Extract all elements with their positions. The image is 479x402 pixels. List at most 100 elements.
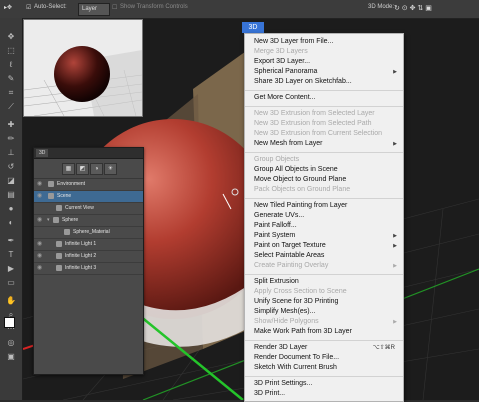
type-tool-icon[interactable]: T <box>5 250 17 260</box>
whole-scene-filter-icon[interactable]: ▦ <box>62 163 75 175</box>
quick-select-tool-icon[interactable]: ✎ <box>5 74 17 84</box>
menu-item-paint-falloff[interactable]: Paint Falloff... <box>254 221 397 231</box>
menu-item-merge-3d-layers: Merge 3D Layers <box>254 48 308 55</box>
quick-mask-icon[interactable]: ◎ <box>5 338 17 348</box>
layer-label: Current View <box>65 205 94 211</box>
menu-item-make-work-path[interactable]: Make Work Path from 3D Layer <box>254 327 397 337</box>
auto-select-checkbox[interactable]: ☑ <box>26 4 31 11</box>
menu-item-unify-scene[interactable]: Unify Scene for 3D Printing <box>254 297 397 307</box>
menu-item-apply-cross-section: Apply Cross Section to Scene <box>254 288 347 295</box>
menu-item-get-more-content[interactable]: Get More Content... <box>254 93 397 103</box>
menu-item-spherical-panorama[interactable]: Spherical Panorama ▶ <box>254 67 397 77</box>
eyedropper-tool-icon[interactable]: ⟋ <box>5 102 17 112</box>
light-icon <box>56 253 62 259</box>
lights-filter-icon[interactable]: ☀ <box>104 163 117 175</box>
move-tool-icon[interactable]: ✥ <box>5 32 17 42</box>
layer-label: Sphere <box>62 217 79 223</box>
pen-tool-icon[interactable]: ✒ <box>5 236 17 246</box>
visibility-eye-icon[interactable]: ◉ <box>37 239 45 250</box>
layer-row[interactable]: ◉ Infinite Light 2 <box>34 251 143 263</box>
submenu-arrow-icon: ▶ <box>393 243 397 249</box>
crop-tool-icon[interactable]: ⌗ <box>5 88 17 98</box>
healing-tool-icon[interactable]: ✚ <box>5 120 17 130</box>
menu-item-paint-system[interactable]: Paint System ▶ <box>254 231 397 241</box>
layer-row[interactable]: Current View <box>34 203 143 215</box>
foreground-color-swatch[interactable] <box>4 317 15 328</box>
eraser-tool-icon[interactable]: ◪ <box>5 176 17 186</box>
dodge-tool-icon[interactable]: ◐ <box>5 218 17 228</box>
visibility-eye-icon[interactable]: ◉ <box>37 191 45 202</box>
auto-select-dropdown[interactable]: Layer <box>78 3 110 16</box>
layer-label: Infinite Light 2 <box>65 253 97 259</box>
secondary-view[interactable] <box>23 19 143 117</box>
submenu-arrow-icon: ▶ <box>393 141 397 147</box>
move-tool-icon[interactable]: ▸✥ <box>4 4 12 11</box>
menu-item-move-to-ground-plane[interactable]: Move Object to Ground Plane <box>254 175 397 185</box>
layer-label: Infinite Light 1 <box>65 241 97 247</box>
menu-item-group-all-objects[interactable]: Group All Objects in Scene <box>254 165 397 175</box>
menu-item-share-sketchfab[interactable]: Share 3D Layer on Sketchfab... <box>254 77 397 87</box>
layer-row[interactable]: ◉ Environment <box>34 179 143 191</box>
brush-tool-icon[interactable]: ✏ <box>5 134 17 144</box>
menu-item-group-objects: Group Objects <box>254 156 300 163</box>
tab-3d[interactable]: 3D <box>36 149 49 157</box>
menu-item-select-paintable-areas[interactable]: Select Paintable Areas <box>254 251 397 261</box>
layer-row[interactable]: ◉ ▾ Sphere <box>34 215 143 227</box>
options-bar: ▸✥ ☑ Auto-Select: Layer ☐ Show Transform… <box>0 0 479 19</box>
stamp-tool-icon[interactable]: ⊥ <box>5 148 17 158</box>
visibility-eye-icon[interactable]: ◉ <box>37 215 45 226</box>
menu-item-label: New Mesh from Layer <box>254 140 323 147</box>
menu-item-sketch-with-brush[interactable]: Sketch With Current Brush <box>254 363 397 373</box>
layer-row-selected[interactable]: ◉ Scene <box>34 191 143 203</box>
menu-item-extrusion-selected-layer: New 3D Extrusion from Selected Layer <box>254 110 375 117</box>
menu-item-new-tiled-painting[interactable]: New Tiled Painting from Layer <box>254 201 397 211</box>
environment-icon <box>48 181 54 187</box>
secondary-view-render <box>24 20 142 116</box>
menu-item-new-3d-layer-from-file[interactable]: New 3D Layer from File... <box>254 37 397 47</box>
menu-item-render-document-to-file[interactable]: Render Document To File... <box>254 353 397 363</box>
scene-icon <box>48 193 54 199</box>
menu-item-generate-uvs[interactable]: Generate UVs... <box>254 211 397 221</box>
3d-mode-icons[interactable]: ↻ ⊙ ✥ ⇅ ▣ <box>394 4 432 12</box>
layer-row[interactable]: ◉ Infinite Light 3 <box>34 263 143 275</box>
blur-tool-icon[interactable]: ● <box>5 204 17 214</box>
menu-item-paint-on-target-texture[interactable]: Paint on Target Texture ▶ <box>254 241 397 251</box>
gradient-tool-icon[interactable]: ▤ <box>5 190 17 200</box>
layer-label: Infinite Light 3 <box>65 265 97 271</box>
menu-item-label: Create Painting Overlay <box>254 262 329 269</box>
mesh-icon <box>53 217 59 223</box>
materials-filter-icon[interactable]: ◑ <box>90 163 103 175</box>
hand-tool-icon[interactable]: ✋ <box>5 296 17 306</box>
menu-3d-title[interactable]: 3D <box>242 22 264 33</box>
marquee-tool-icon[interactable]: ⬚ <box>5 46 17 56</box>
layer-row[interactable]: ◉ Infinite Light 1 <box>34 239 143 251</box>
menu-item-3d-print-settings[interactable]: 3D Print Settings... <box>254 379 397 389</box>
menu-item-label: Show/Hide Polygons <box>254 318 319 325</box>
menu-item-3d-print[interactable]: 3D Print... <box>254 389 397 399</box>
menu-item-simplify-meshes[interactable]: Simplify Mesh(es)... <box>254 307 397 317</box>
visibility-eye-icon[interactable]: ◉ <box>37 251 45 262</box>
menu-item-export-3d-layer[interactable]: Export 3D Layer... <box>254 57 397 67</box>
menu-separator <box>245 340 403 341</box>
auto-select-label: Auto-Select: <box>34 4 67 10</box>
light-icon <box>56 265 62 271</box>
panel-header[interactable]: 3D <box>34 148 143 159</box>
menu-item-new-mesh-from-layer[interactable]: New Mesh from Layer ▶ <box>254 139 397 149</box>
meshes-filter-icon[interactable]: ◩ <box>76 163 89 175</box>
layer-row[interactable]: Sphere_Material <box>34 227 143 239</box>
shape-tool-icon[interactable]: ▭ <box>5 278 17 288</box>
transform-controls-checkbox[interactable]: ☐ <box>112 4 117 11</box>
menu-separator <box>245 152 403 153</box>
camera-icon <box>56 205 62 211</box>
menu-item-label: Spherical Panorama <box>254 68 318 75</box>
history-brush-tool-icon[interactable]: ↺ <box>5 162 17 172</box>
visibility-eye-icon[interactable]: ◉ <box>37 263 45 274</box>
screen-mode-icon[interactable]: ▣ <box>5 352 17 362</box>
expand-triangle-icon[interactable]: ▾ <box>47 215 50 226</box>
lasso-tool-icon[interactable]: ℓ <box>5 60 17 70</box>
path-select-tool-icon[interactable]: ▶ <box>5 264 17 274</box>
menu-item-label: Paint System <box>254 232 296 239</box>
menu-item-render-3d-layer[interactable]: Render 3D Layer ⌥⇧⌘R <box>254 343 397 353</box>
visibility-eye-icon[interactable]: ◉ <box>37 179 45 190</box>
menu-item-split-extrusion[interactable]: Split Extrusion <box>254 277 397 287</box>
